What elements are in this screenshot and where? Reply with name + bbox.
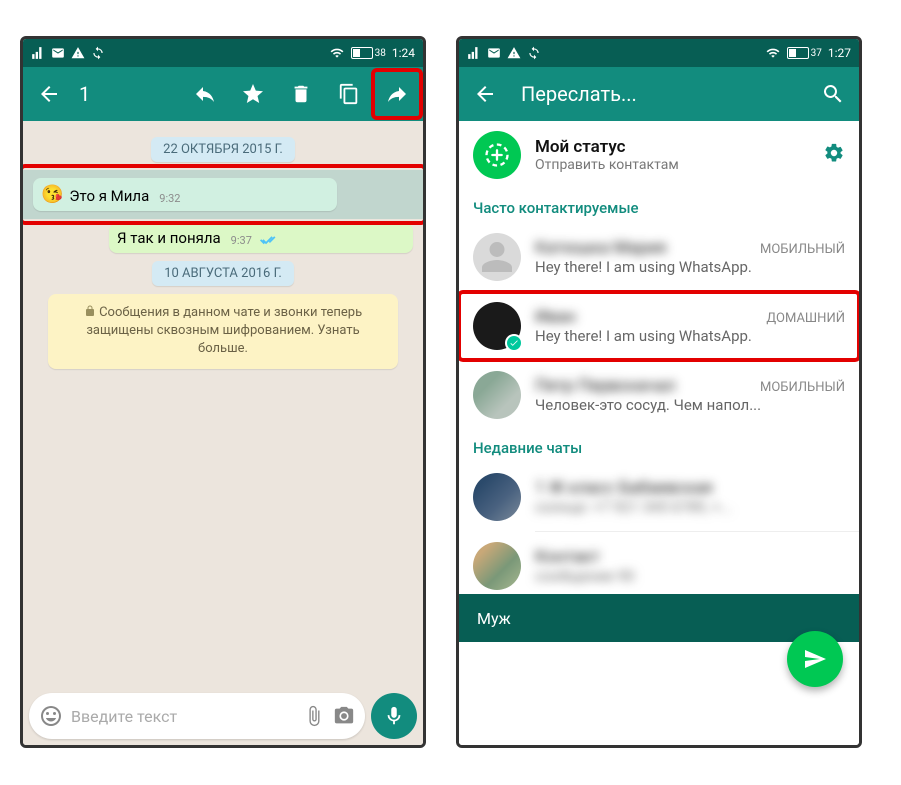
sync-icon [527,46,541,60]
signal-icon [31,46,45,60]
forward-body: Мой статус Отправить контактам Часто кон… [459,121,859,745]
wifi-icon [765,46,781,60]
contact-name: Петр Первоначал [535,376,675,396]
camera-button[interactable] [333,705,355,727]
battery-level: 38 [375,48,386,59]
avatar [473,371,521,419]
search-button[interactable] [811,72,855,116]
phone-chat: 38 1:24 1 22 ОКТЯБРЯ 2015 Г. [20,36,426,748]
message-input-container [29,693,365,739]
sync-icon [91,46,105,60]
warning-icon [507,46,521,60]
avatar [473,473,521,521]
contact-name: 1 Ж класс Бабаевская [535,478,713,498]
message-out[interactable]: Я так и поняла 9:37 [109,223,413,253]
contact-row[interactable]: Катюшка Мария МОБИЛЬНЫЙ Hey there! I am u… [459,223,859,291]
forward-toolbar: Переслать... [459,67,859,121]
forward-button[interactable] [375,72,419,116]
contact-status: Hey there! I am using WhatsApp. [535,327,845,345]
settings-button[interactable] [823,142,845,168]
date-separator: 22 ОКТЯБРЯ 2015 Г. [151,137,295,162]
kiss-emoji-icon: 😘 [41,184,63,205]
contact-name: Контакт [535,547,600,567]
message-time: 9:32 [159,192,180,205]
message-in-selected[interactable]: 😘 Это я Мила 9:32 [33,178,337,211]
contact-row[interactable]: 1 Ж класс Бабаевская солнце: +7 921 345 … [459,463,859,531]
star-button[interactable] [231,72,275,116]
contact-row-selected[interactable]: Иван ДОМАШНИЙ Hey there! I am using Whats… [459,292,859,360]
date-separator: 10 АВГУСТА 2016 Г. [152,261,294,286]
message-text: Я так и поняла [117,229,221,247]
read-ticks-icon [260,235,276,247]
clock-time: 1:24 [392,46,415,60]
contact-sub: солнце: +7 921 345 6789, +... [535,498,845,516]
mail-icon [51,46,65,60]
system-text: Сообщения в данном чате и звонки теперь … [86,305,362,356]
warning-icon [71,46,85,60]
status-title: Мой статус [535,137,809,157]
contact-status: Hey there! I am using WhatsApp. [535,258,845,276]
screen-title: Переслать... [511,82,807,106]
mail-icon [487,46,501,60]
wifi-icon [329,46,345,60]
check-badge-icon [505,334,523,352]
selection-toolbar: 1 [23,67,423,121]
status-bar: 37 1:27 [459,39,859,67]
message-input[interactable] [71,707,295,726]
delete-button[interactable] [279,72,323,116]
reply-button[interactable] [183,72,227,116]
contact-row[interactable]: Петр Первоначал МОБИЛЬНЫЙ Человек-это сос… [459,361,859,429]
contact-row[interactable]: Контакт сообщение 90 [459,532,859,594]
avatar [473,233,521,281]
footer-text: Муж [477,609,511,628]
encryption-notice[interactable]: Сообщения в данном чате и звонки теперь … [48,294,398,369]
back-button[interactable] [463,72,507,116]
input-bar [23,687,423,745]
contact-tag: МОБИЛЬНЫЙ [760,380,845,395]
status-avatar-icon [473,131,521,179]
section-frequent: Часто контактируемые [459,189,859,223]
message-time: 9:37 [231,234,252,247]
emoji-button[interactable] [39,704,63,728]
contact-status: Человек-это сосуд. Чем напол... [535,396,845,414]
back-button[interactable] [27,72,71,116]
my-status-row[interactable]: Мой статус Отправить контактам [459,121,859,189]
attach-button[interactable] [303,705,325,727]
send-fab[interactable] [787,631,843,687]
clock-time: 1:27 [828,46,851,60]
status-subtitle: Отправить контактам [535,157,809,173]
contact-name: Иван [535,307,576,327]
contact-tag: ДОМАШНИЙ [766,311,845,326]
copy-button[interactable] [327,72,371,116]
chat-area: 22 ОКТЯБРЯ 2015 Г. 😘 Это я Мила 9:32 Я т… [23,121,423,745]
avatar [473,302,521,350]
selection-count: 1 [75,82,179,106]
signal-icon [467,46,481,60]
lock-icon [84,305,96,317]
phone-forward: 37 1:27 Переслать... Мой статус Отправит… [456,36,862,748]
avatar [473,542,521,590]
message-text: Это я Мила [69,187,149,205]
battery-level: 37 [811,48,822,59]
contact-name: Катюшка Мария [535,238,666,258]
mic-button[interactable] [371,693,417,739]
section-recent: Недавние чаты [459,429,859,463]
status-bar: 38 1:24 [23,39,423,67]
contact-tag: МОБИЛЬНЫЙ [760,242,845,257]
contact-sub: сообщение 90 [535,567,845,585]
